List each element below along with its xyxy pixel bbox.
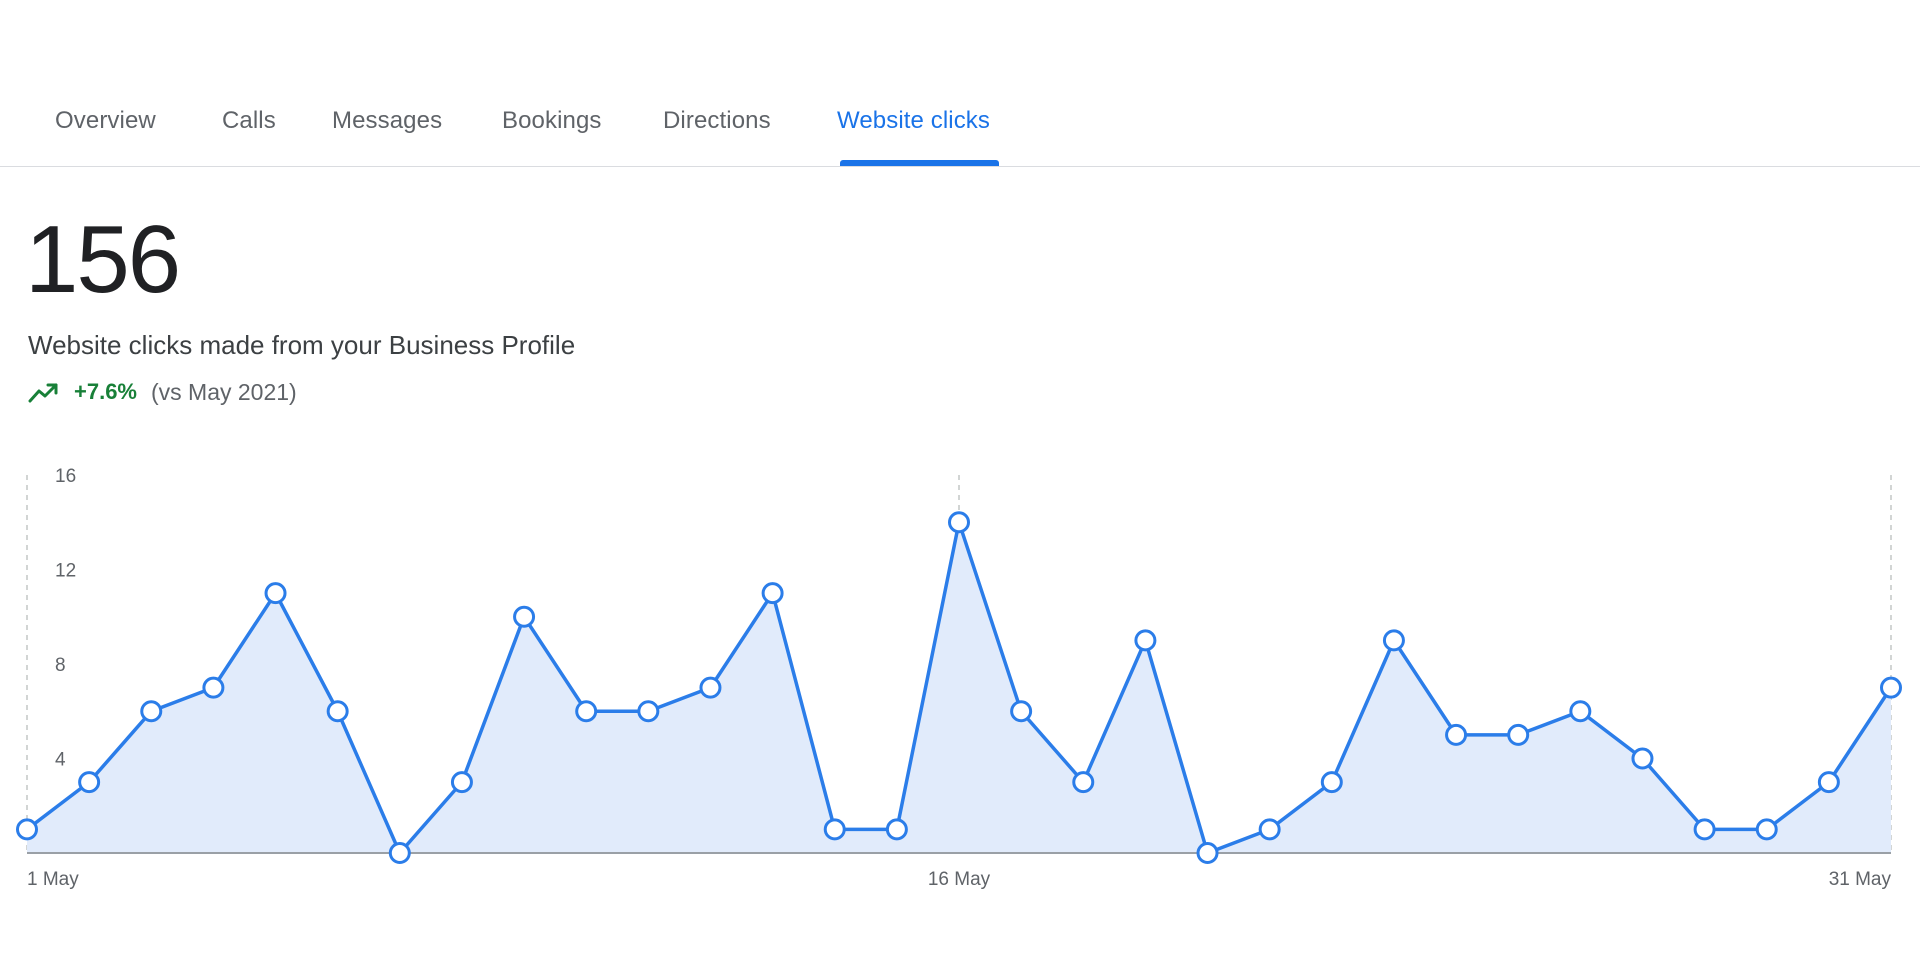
y-tick-label-0: 4: [55, 750, 66, 771]
data-point-25[interactable]: [1569, 700, 1592, 723]
data-point-28[interactable]: [1755, 818, 1778, 841]
data-point-30[interactable]: [1880, 676, 1902, 699]
data-point-2[interactable]: [140, 700, 163, 723]
data-point-26[interactable]: [1631, 747, 1654, 770]
data-point-3[interactable]: [202, 676, 225, 699]
data-point-9[interactable]: [575, 700, 598, 723]
website-clicks-chart: 4 8 12 16 1 May 16 May 31 May: [16, 466, 1902, 890]
data-point-18[interactable]: [1134, 629, 1157, 652]
data-point-20[interactable]: [1258, 818, 1281, 841]
data-point-10[interactable]: [637, 700, 660, 723]
data-point-15[interactable]: [948, 511, 970, 534]
data-point-21[interactable]: [1320, 771, 1343, 794]
x-tick-label-0: 1 May: [27, 869, 79, 890]
data-point-23[interactable]: [1445, 723, 1468, 746]
data-point-5[interactable]: [326, 700, 349, 723]
data-point-22[interactable]: [1382, 629, 1405, 652]
y-tick-label-3: 16: [55, 466, 76, 487]
data-point-24[interactable]: [1507, 723, 1530, 746]
x-tick-label-2: 31 May: [1829, 869, 1892, 890]
data-point-13[interactable]: [823, 818, 846, 841]
data-point-4[interactable]: [264, 582, 287, 605]
data-point-29[interactable]: [1817, 771, 1840, 794]
x-tick-label-1: 16 May: [928, 869, 991, 890]
data-point-19[interactable]: [1196, 842, 1219, 864]
data-point-16[interactable]: [1010, 700, 1033, 723]
chart-area-fill: [27, 522, 1891, 853]
data-point-0[interactable]: [16, 818, 38, 841]
data-point-27[interactable]: [1693, 818, 1716, 841]
data-point-14[interactable]: [885, 818, 908, 841]
data-point-7[interactable]: [450, 771, 473, 794]
data-point-6[interactable]: [388, 842, 411, 864]
y-tick-label-1: 8: [55, 655, 66, 676]
y-axis-tick-labels: 4 8 12 16: [55, 466, 76, 771]
data-point-12[interactable]: [761, 582, 784, 605]
data-point-17[interactable]: [1072, 771, 1095, 794]
data-point-11[interactable]: [699, 676, 722, 699]
data-point-1[interactable]: [78, 771, 101, 794]
x-axis-tick-labels: 1 May 16 May 31 May: [27, 869, 1891, 890]
y-tick-label-2: 12: [55, 561, 76, 582]
data-point-8[interactable]: [513, 605, 536, 628]
